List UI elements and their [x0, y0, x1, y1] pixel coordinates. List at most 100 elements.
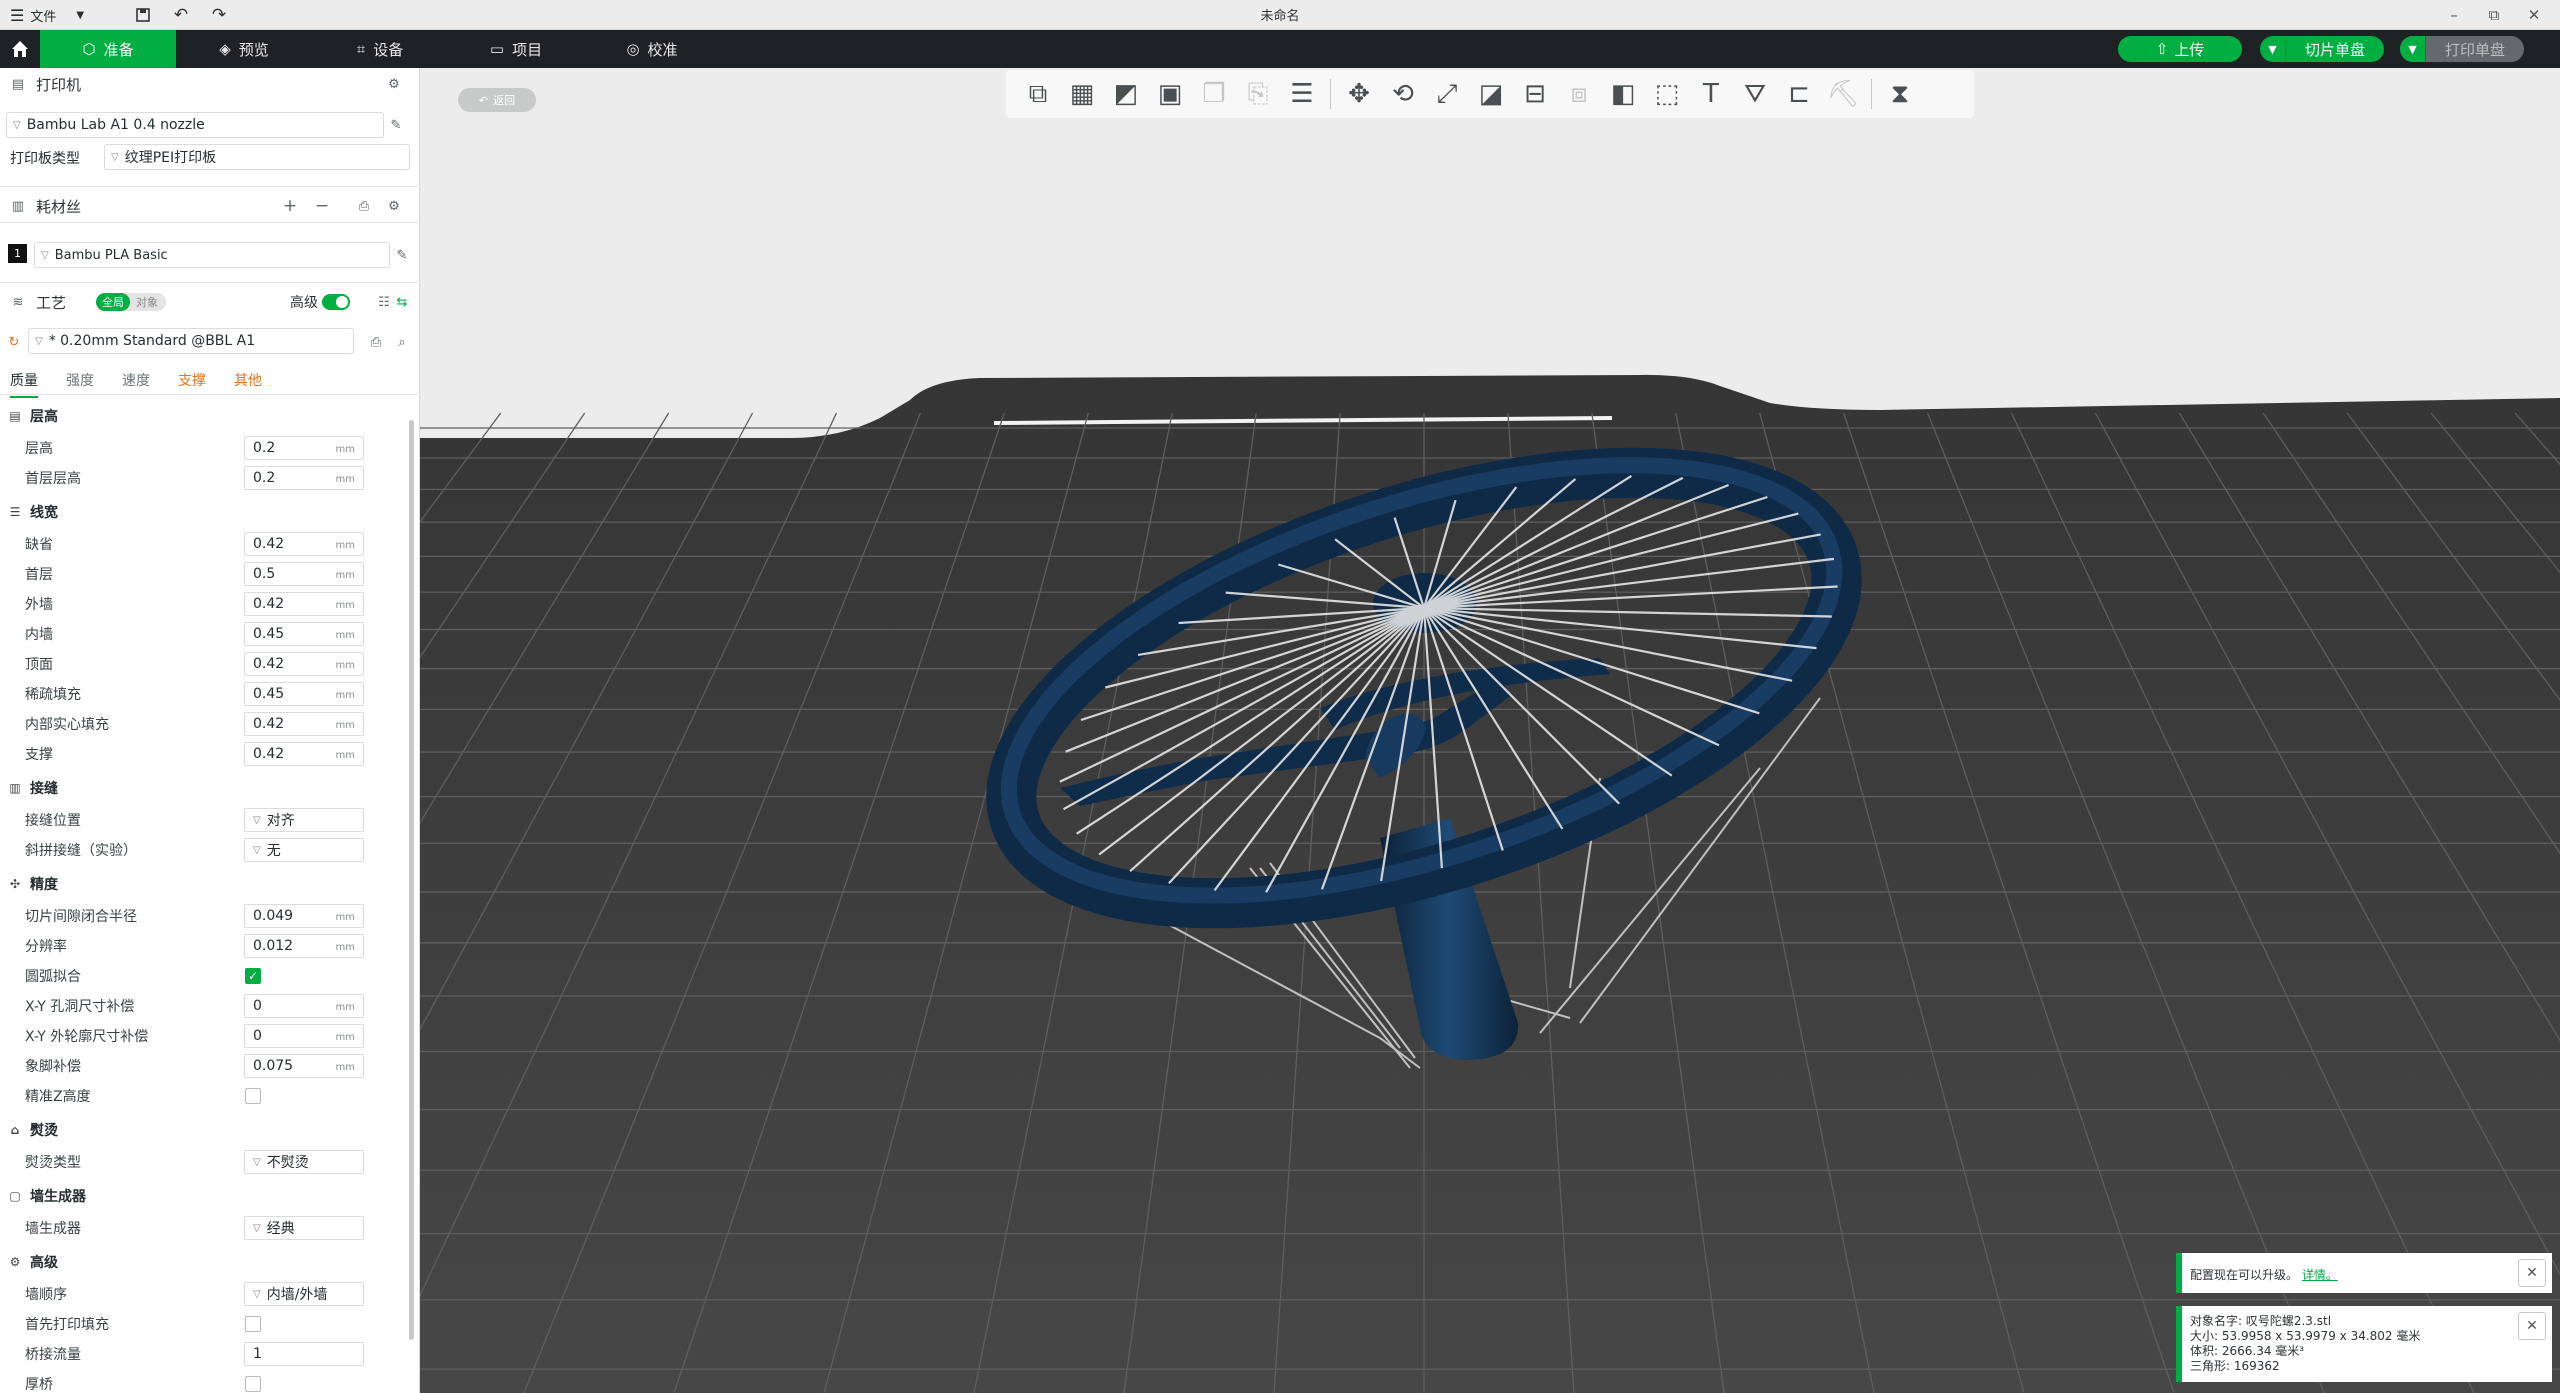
param-input[interactable]: 0 mm [244, 1024, 364, 1048]
param-input[interactable]: 0.42 mm [244, 652, 364, 676]
param-unit: mm [335, 690, 355, 701]
home-icon[interactable] [0, 30, 40, 68]
param-input[interactable]: 1 [244, 1342, 364, 1366]
upload-button[interactable]: ⇧ 上传 [2118, 36, 2242, 62]
tab-project[interactable]: ▭ 项目 [448, 30, 584, 68]
edit-icon[interactable]: ✎ [388, 117, 404, 133]
restore-button[interactable]: ⧉ [2474, 0, 2514, 30]
advanced-toggle[interactable] [322, 294, 350, 310]
tab-calibrate[interactable]: ◎ 校准 [584, 30, 720, 68]
add-object-icon[interactable]: ⧉ [1016, 74, 1060, 114]
global-object-toggle[interactable]: 全局 对象 [96, 293, 166, 311]
tab-preview[interactable]: ◈ 预览 [176, 30, 312, 68]
param-input[interactable]: 0.012 mm [244, 934, 364, 958]
param-select[interactable]: ▽ 内墙/外墙 [244, 1282, 364, 1306]
param-input[interactable]: 0 mm [244, 994, 364, 1018]
param-select[interactable]: ▽ 经典 [244, 1216, 364, 1240]
param-input[interactable]: 0.42 mm [244, 532, 364, 556]
param-select[interactable]: ▽ 无 [244, 838, 364, 862]
param-unit: mm [335, 1032, 355, 1043]
assembly-icon[interactable]: ⛏ [1821, 74, 1865, 114]
filament-select[interactable]: ▽ Bambu PLA Basic [34, 242, 390, 268]
paste-icon[interactable]: ⎘ [1236, 74, 1280, 114]
add-plate-icon[interactable]: ▦ [1060, 74, 1104, 114]
group-layer-height: ▤ 层高 [8, 406, 58, 426]
cut-icon[interactable]: ⊟ [1513, 74, 1557, 114]
infill-first-checkbox[interactable] [245, 1316, 261, 1332]
layers-icon: ◈ [219, 40, 231, 58]
param-label: 熨烫类型 [25, 1155, 81, 1171]
arc-fitting-checkbox[interactable]: ✓ [245, 968, 261, 984]
undo-view-button[interactable]: ↶ 返回 [458, 88, 536, 112]
slice-plate-button[interactable]: ▼ 切片单盘 [2260, 36, 2384, 62]
thick-bridges-checkbox[interactable] [245, 1376, 261, 1392]
save-icon[interactable] [130, 3, 156, 27]
save-preset-icon[interactable]: ⎙ [368, 334, 384, 350]
toggle-object[interactable]: 对象 [130, 293, 164, 311]
measure-icon[interactable]: ⊏ [1777, 74, 1821, 114]
add-icon[interactable]: + [282, 196, 298, 216]
chevron-down-icon[interactable]: ▼ [2400, 36, 2426, 62]
toggle-global[interactable]: 全局 [96, 293, 130, 311]
param-input[interactable]: 0.075 mm [244, 1054, 364, 1078]
filament-slot-badge[interactable]: 1 [8, 244, 27, 263]
list-icon[interactable]: ☷ [376, 294, 392, 310]
edit-icon[interactable]: ✎ [394, 247, 410, 263]
param-input[interactable]: 0.45 mm [244, 682, 364, 706]
color-paint-icon[interactable]: ⛛ [1733, 74, 1777, 114]
support-paint-icon[interactable]: ◧ [1601, 74, 1645, 114]
rotate-icon[interactable]: ⟲ [1381, 74, 1425, 114]
file-menu[interactable]: ☰ 文件 ▼ [10, 3, 84, 27]
chevron-down-icon: ▽ [35, 335, 43, 347]
param-input[interactable]: 0.42 mm [244, 712, 364, 736]
gear-icon[interactable]: ⚙ [386, 198, 402, 214]
close-icon[interactable]: ✕ [2518, 1312, 2546, 1340]
precise-z-checkbox[interactable] [245, 1088, 261, 1104]
layers-icon[interactable]: ☰ [1280, 74, 1324, 114]
param-input[interactable]: 0.049 mm [244, 904, 364, 928]
compare-icon[interactable]: ⇆ [394, 294, 410, 310]
gear-icon[interactable]: ⚙ [386, 76, 402, 92]
plate-type-label: 打印板类型 [10, 151, 80, 167]
reset-icon[interactable]: ↻ [6, 334, 22, 350]
close-icon[interactable]: ✕ [2518, 1259, 2546, 1287]
param-select[interactable]: ▽ 对齐 [244, 808, 364, 832]
minimize-button[interactable]: – [2434, 0, 2474, 30]
param-input[interactable]: 0.5 mm [244, 562, 364, 586]
param-input[interactable]: 0.45 mm [244, 622, 364, 646]
group-title: 高级 [30, 1255, 58, 1271]
arrange-icon[interactable]: ▣ [1148, 74, 1192, 114]
sidebar-scrollbar[interactable] [409, 420, 414, 1340]
param-input[interactable]: 0.42 mm [244, 742, 364, 766]
printer-select[interactable]: ▽ Bambu Lab A1 0.4 nozzle [6, 112, 384, 138]
param-label: 首层层高 [25, 471, 81, 487]
lay-on-face-icon[interactable]: ◪ [1469, 74, 1513, 114]
auto-orient-icon[interactable]: ◩ [1104, 74, 1148, 114]
view-mode-icon[interactable]: ⧗ [1878, 74, 1922, 114]
close-button[interactable]: ✕ [2514, 0, 2554, 30]
move-icon[interactable]: ✥ [1337, 74, 1381, 114]
plate-type-select[interactable]: ▽ 纹理PEI打印板 [104, 144, 410, 170]
sync-icon[interactable]: ⎙ [356, 198, 372, 214]
process-preset-select[interactable]: ▽ * 0.20mm Standard @BBL A1 [28, 328, 354, 354]
param-input[interactable]: 0.42 mm [244, 592, 364, 616]
upgrade-details-link[interactable]: 详情。 [2302, 1268, 2338, 1282]
param-input[interactable]: 0.2 mm [244, 466, 364, 490]
seam-paint-icon[interactable]: ⬚ [1645, 74, 1689, 114]
print-plate-button[interactable]: ▼ 打印单盘 [2400, 36, 2524, 62]
tab-device[interactable]: ⌗ 设备 [312, 30, 448, 68]
copy-icon[interactable]: ❐ [1192, 74, 1236, 114]
undo-icon[interactable]: ↶ [168, 3, 194, 27]
redo-icon[interactable]: ↷ [206, 3, 232, 27]
remove-icon[interactable]: − [314, 196, 330, 216]
scale-icon[interactable]: ⤢ [1425, 74, 1469, 114]
param-select[interactable]: ▽ 不熨烫 [244, 1150, 364, 1174]
text-icon[interactable]: T [1689, 74, 1733, 114]
3d-viewport[interactable]: ↶ 返回 ⧉ ▦ ◩ ▣ ❐ ⎘ ☰ ✥ ⟲ ⤢ ◪ ⊟ ⧈ ◧ ⬚ T ⛛ ⊏… [420, 68, 2560, 1393]
param-input[interactable]: 0.2 mm [244, 436, 364, 460]
search-icon[interactable]: ⌕ [394, 334, 410, 350]
param-label: 桥接流量 [25, 1347, 81, 1363]
boolean-icon[interactable]: ⧈ [1557, 74, 1601, 114]
chevron-down-icon[interactable]: ▼ [2260, 36, 2286, 62]
tab-prepare[interactable]: ⬡ 准备 [40, 30, 176, 68]
